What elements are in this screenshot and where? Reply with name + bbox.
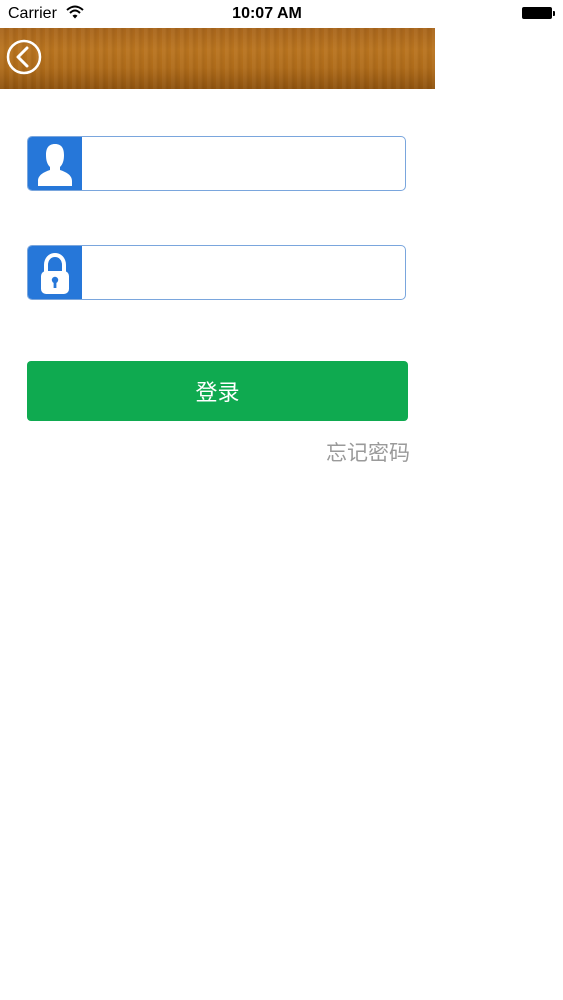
login-button[interactable]: 登录 bbox=[27, 361, 408, 421]
username-input[interactable] bbox=[84, 137, 405, 190]
lock-icon bbox=[41, 252, 69, 294]
password-field[interactable] bbox=[27, 245, 406, 300]
status-bar: Carrier 10:07 AM bbox=[0, 0, 563, 28]
clock-time: 10:07 AM bbox=[232, 5, 302, 22]
username-icon-box bbox=[28, 137, 82, 190]
battery-tip bbox=[553, 11, 555, 16]
user-icon bbox=[38, 144, 72, 186]
nav-bar bbox=[0, 28, 435, 89]
back-button[interactable] bbox=[6, 39, 42, 75]
battery-icon bbox=[522, 7, 552, 19]
password-input[interactable] bbox=[84, 246, 405, 299]
username-field[interactable] bbox=[27, 136, 406, 191]
forgot-password-link[interactable]: 忘记密码 bbox=[250, 437, 410, 467]
password-icon-box bbox=[28, 246, 82, 299]
